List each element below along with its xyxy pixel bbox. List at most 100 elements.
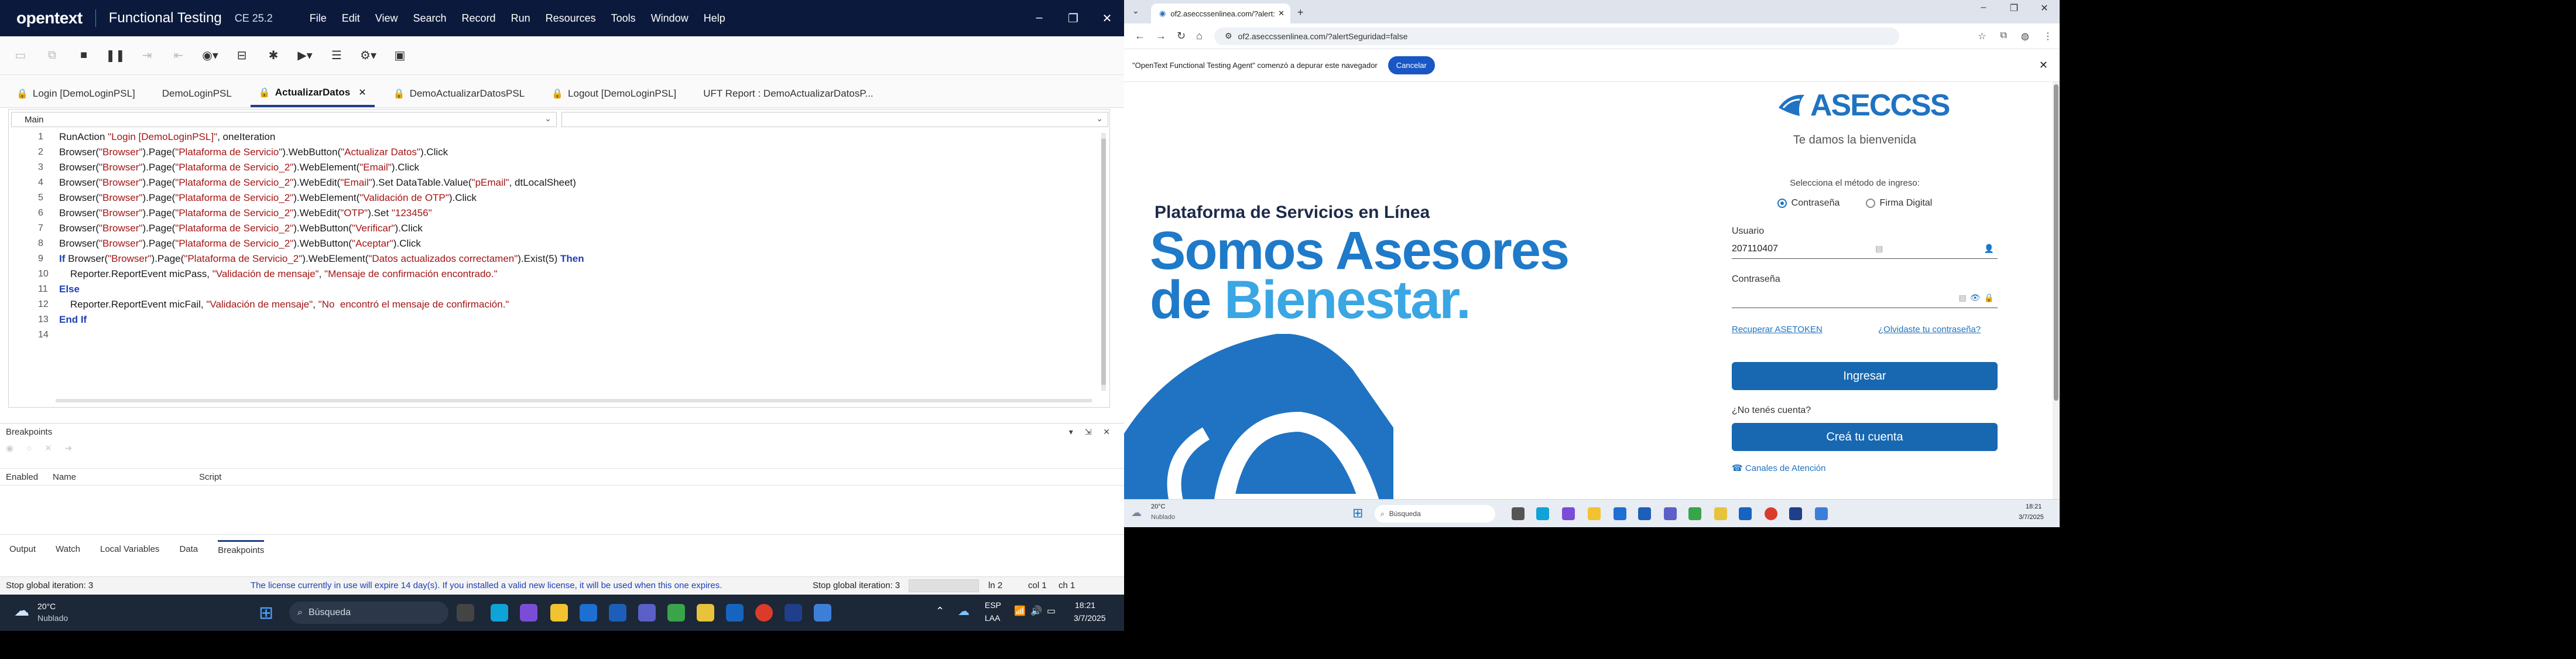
show-password-icon[interactable]: 👁 [1970,293,1981,303]
windows-start-icon[interactable]: ⊞ [259,603,273,623]
menu-record[interactable]: Record [462,12,496,25]
volume-icon[interactable]: 🔊 [1030,605,1042,617]
close-icon[interactable]: ✕ [2029,2,2060,14]
tab-data[interactable]: Data [179,541,198,558]
teams-icon[interactable] [638,604,656,622]
file-explorer-icon[interactable] [1588,507,1601,520]
utility-icon[interactable] [1815,507,1828,520]
chrome-icon[interactable] [1765,507,1777,520]
password-field[interactable]: ▤ 👁 🔒 [1732,288,1998,308]
clock-time[interactable]: 18:21 [2026,503,2042,510]
cancel-debug-button[interactable]: Cancelar [1388,56,1435,74]
menu-view[interactable]: View [375,12,398,25]
new-tab-icon[interactable]: + [1297,6,1304,19]
weather-icon[interactable]: ☁ [14,602,29,620]
store-icon[interactable] [1614,507,1626,520]
reload-icon[interactable]: ↻ [1177,30,1186,42]
menu-window[interactable]: Window [651,12,688,25]
file-explorer-icon[interactable] [550,604,568,622]
code-line[interactable]: Reporter.ReportEvent micPass, "Validació… [59,267,584,282]
task-view-icon[interactable] [1512,507,1525,520]
code-line[interactable]: Browser("Browser").Page("Plataforma de S… [59,206,584,221]
forward-icon[interactable]: → [1156,30,1166,42]
tab-login[interactable]: 🔒 Login [DemoLoginPSL] [8,80,143,107]
close-icon[interactable]: ✕ [1090,11,1124,26]
radio-digital-signature[interactable]: Firma Digital [1865,198,1932,209]
stop-icon[interactable]: ■ [74,46,94,66]
column-name[interactable]: Name [53,472,76,482]
settings-icon[interactable]: ⚙▾ [358,46,378,66]
teams-icon[interactable] [1664,507,1677,520]
language-code[interactable]: ESP [985,600,1001,610]
wifi-icon[interactable]: 📶 [1014,605,1026,617]
code-line[interactable]: Browser("Browser").Page("Plataforma de S… [59,145,584,160]
menu-tools[interactable]: Tools [611,12,636,25]
debug-icon[interactable]: ✱ [263,46,283,66]
profile-icon[interactable]: ◍ [2021,30,2029,42]
menu-file[interactable]: File [310,12,327,25]
forgot-password-link[interactable]: ¿Olvidaste tu contraseña? [1878,325,1981,334]
sticky-notes-icon[interactable] [1714,507,1727,520]
scroll-thumb[interactable] [2054,84,2058,401]
extensions-icon[interactable]: ⧉ [2000,30,2007,42]
keyboard-icon[interactable]: ▤ [1959,293,1967,303]
onedrive-icon[interactable]: ☁ [958,604,970,619]
battery-icon[interactable]: ▭ [1047,605,1056,617]
restore-icon[interactable]: ❐ [1999,2,2029,14]
restore-icon[interactable]: ❐ [1056,11,1090,26]
menu-search[interactable]: Search [413,12,447,25]
code-lines[interactable]: RunAction "Login [DemoLoginPSL]", oneIte… [59,129,584,343]
clock-date[interactable]: 3/7/2025 [1074,613,1106,623]
object-repository-icon[interactable]: ▣ [390,46,410,66]
action-selector[interactable]: Main ⌄ [11,112,557,127]
windows-start-icon[interactable]: ⊞ [1352,506,1363,521]
code-line[interactable]: RunAction "Login [DemoLoginPSL]", oneIte… [59,129,584,145]
login-button[interactable]: Ingresar [1732,362,1998,390]
step-over-icon[interactable]: ⇥ [137,46,157,66]
word-icon[interactable] [726,604,744,622]
menu-help[interactable]: Help [704,12,725,25]
site-info-icon[interactable]: ⚙ [1225,31,1232,41]
pause-icon[interactable]: ❚❚ [105,46,125,66]
radio-password[interactable]: Contraseña [1777,198,1839,209]
bookmark-icon[interactable]: ☆ [1978,30,1986,42]
clock-time[interactable]: 18:21 [1075,600,1095,610]
tray-chevron-icon[interactable]: ⌃ [936,605,944,617]
procedure-selector[interactable]: ⌄ [561,112,1108,127]
code-line[interactable]: Else [59,282,584,297]
disable-breakpoint-icon[interactable]: ○ [26,443,32,453]
app-icon[interactable] [667,604,685,622]
back-icon[interactable]: ← [1135,30,1145,42]
copy-icon[interactable]: ⧉ [42,46,62,66]
outlook-icon[interactable] [609,604,626,622]
code-line[interactable]: Browser("Browser").Page("Plataforma de S… [59,190,584,206]
code-line[interactable]: If Browser("Browser").Page("Plataforma d… [59,251,584,267]
store-icon[interactable] [580,604,597,622]
minimize-icon[interactable]: – [1022,11,1056,26]
code-line[interactable]: Reporter.ReportEvent micFail, "Validació… [59,297,584,312]
tab-breakpoints[interactable]: Breakpoints [218,540,265,559]
code-line[interactable]: End If [59,312,584,327]
create-account-button[interactable]: Creá tu cuenta [1732,423,1998,451]
edge-icon[interactable] [491,604,508,622]
close-tab-icon[interactable]: ✕ [358,87,366,98]
word-icon[interactable] [1739,507,1752,520]
close-infobar-icon[interactable]: ✕ [2039,59,2048,71]
user-field[interactable]: 207110407 ▤ 👤 [1732,239,1998,259]
code-line[interactable]: Browser("Browser").Page("Plataforma de S… [59,236,584,251]
tab-actualizardatos[interactable]: 🔒 ActualizarDatos ✕ [250,80,375,107]
code-line[interactable]: Browser("Browser").Page("Plataforma de S… [59,221,584,236]
scroll-thumb[interactable] [1101,139,1106,385]
menu-kebab-icon[interactable]: ⋮ [2043,30,2053,42]
code-line[interactable]: Browser("Browser").Page("Plataforma de S… [59,160,584,175]
support-channels-link[interactable]: ☎ Canales de Atención [1732,463,1825,473]
code-line[interactable]: Browser("Browser").Page("Plataforma de S… [59,175,584,190]
record-icon[interactable]: ◉▾ [200,46,220,66]
keyboard-icon[interactable]: ▤ [1875,244,1883,254]
delete-breakpoint-icon[interactable]: ✕ [44,443,52,453]
menu-run[interactable]: Run [511,12,530,25]
sticky-notes-icon[interactable] [697,604,714,622]
tab-list-icon[interactable]: ⌄ [1132,6,1139,16]
close-tab-icon[interactable]: ✕ [1278,9,1284,18]
outlook-icon[interactable] [1638,507,1651,520]
